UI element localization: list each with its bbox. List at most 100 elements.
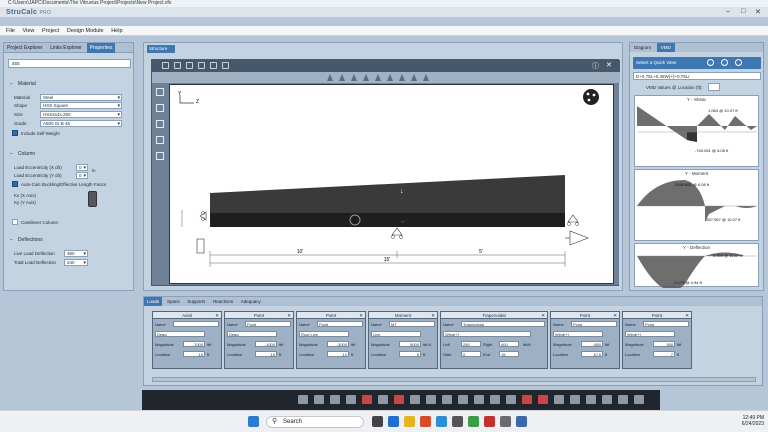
load-combo-select[interactable]: D+0.75L+0.45W(+)+0.75Lr xyxy=(633,72,761,80)
app-icon-9[interactable] xyxy=(500,416,511,427)
load-name-input[interactable]: Point xyxy=(245,321,291,327)
live-load-deflection-select[interactable]: 360 xyxy=(64,250,88,257)
tab-links-explorer[interactable]: Links Explorer xyxy=(47,43,85,53)
quick-view-up-icon[interactable] xyxy=(735,59,742,66)
loads-scrollbar[interactable] xyxy=(152,377,756,382)
k-factor-icon[interactable] xyxy=(88,191,97,207)
dock-icon-19[interactable] xyxy=(586,395,596,404)
load-type-select[interactable]: Live xyxy=(371,331,421,337)
dock-icon-10[interactable] xyxy=(442,395,452,404)
menu-view[interactable]: View xyxy=(23,26,35,36)
viewer-scroll[interactable] xyxy=(615,84,619,284)
location-input[interactable]: 15 xyxy=(255,351,277,357)
dock-icon-8[interactable] xyxy=(410,395,420,404)
task-view-icon[interactable] xyxy=(372,416,383,427)
load-card[interactable]: Axial ✕ Name Dead Magnitude -7000 lbf Location 1… xyxy=(152,311,222,369)
dock-icon-9[interactable] xyxy=(426,395,436,404)
load-type-select[interactable]: Dead xyxy=(227,331,277,337)
member-name-field[interactable]: sss xyxy=(8,59,131,68)
menu-project[interactable]: Project xyxy=(42,26,59,36)
strucalc-icon[interactable] xyxy=(516,416,527,427)
load-name-input[interactable]: Point xyxy=(317,321,363,327)
close-load-icon[interactable]: ✕ xyxy=(287,312,291,319)
magnitude-input[interactable]: -1000 xyxy=(255,341,277,347)
tab-properties[interactable]: Properties xyxy=(86,43,116,53)
dock-icon-1[interactable] xyxy=(298,395,308,404)
include-self-weight-checkbox[interactable] xyxy=(12,130,18,136)
tab-project-explorer[interactable]: Project Explorer xyxy=(4,43,46,53)
material-section[interactable]: Material xyxy=(10,81,36,87)
menu-file[interactable]: File xyxy=(6,26,15,36)
load-tool-icon-2[interactable] xyxy=(339,74,345,81)
load-name-input[interactable]: Trapezoidal xyxy=(461,321,545,327)
menu-design-module[interactable]: Design Module xyxy=(67,26,104,36)
dock-icon-21[interactable] xyxy=(618,395,628,404)
tab-reactions[interactable]: Reactions xyxy=(210,297,236,306)
start-input[interactable]: 0 xyxy=(461,351,481,357)
tab-loads[interactable]: Loads xyxy=(144,297,163,306)
tab-adequacy[interactable]: Adequacy xyxy=(238,297,264,306)
vmd-location-input[interactable] xyxy=(708,83,720,91)
magnitude-input[interactable]: 5000 xyxy=(399,341,421,347)
load-name-input[interactable]: Point xyxy=(571,321,617,327)
maximize-icon[interactable]: □ xyxy=(741,8,745,15)
dock-icon-18[interactable] xyxy=(570,395,580,404)
tab-vmd[interactable]: VMD xyxy=(656,43,675,52)
location-input[interactable]: 7 xyxy=(653,351,675,357)
load-type-select[interactable]: Dead xyxy=(155,331,205,337)
dock-icon-13[interactable] xyxy=(490,395,500,404)
grade-select[interactable]: A500 Gr.B 46 xyxy=(40,120,122,127)
close-load-icon[interactable]: ✕ xyxy=(541,312,545,319)
cantilever-checkbox[interactable] xyxy=(12,219,18,225)
view-icon-5[interactable] xyxy=(156,152,164,160)
dock-icon-16[interactable] xyxy=(538,395,548,404)
start-icon[interactable] xyxy=(248,416,259,427)
end-input[interactable]: 15 xyxy=(499,351,519,357)
close-load-icon[interactable]: ✕ xyxy=(431,312,435,319)
app-icon-7[interactable] xyxy=(468,416,479,427)
load-type-select[interactable]: Wind(+) xyxy=(625,331,675,337)
magnitude-input[interactable]: -3000 xyxy=(327,341,349,347)
load-ecc-x-input[interactable]: 0 xyxy=(76,164,88,171)
help-icon[interactable]: ⓘ xyxy=(592,61,599,71)
taskbar-search[interactable]: Search xyxy=(266,416,364,428)
trapezoidal-load[interactable] xyxy=(210,175,565,213)
app-icon-6[interactable] xyxy=(452,416,463,427)
tab-supports[interactable]: Supports xyxy=(184,297,208,306)
dock-icon-11[interactable] xyxy=(458,395,468,404)
brave-icon[interactable] xyxy=(420,416,431,427)
load-tool-icon-7[interactable] xyxy=(399,74,405,81)
load-card[interactable]: Moment ✕ Name MT Live Magnitude 5000 lbf-ft Loca… xyxy=(368,311,438,369)
load-type-select[interactable]: Roof Live xyxy=(299,331,349,337)
load-name-input[interactable] xyxy=(173,321,219,327)
load-card[interactable]: Point ✕ Name Point Roof Live Magnitude -3000 lb… xyxy=(296,311,366,369)
load-name-input[interactable]: Point xyxy=(643,321,689,327)
column-section[interactable]: Column xyxy=(10,151,35,157)
dock-icon-17[interactable] xyxy=(554,395,564,404)
load-tool-icon-8[interactable] xyxy=(411,74,417,81)
load-card[interactable]: Point ✕ Name Point Wind(+) Magnitude -850 lbf Lo… xyxy=(550,311,620,369)
toolbar-icon-5[interactable] xyxy=(210,62,217,69)
close-load-icon[interactable]: ✕ xyxy=(359,312,363,319)
load-card[interactable]: Point ✕ Name Point Wind(+) Magnitude 350 lbf Loc… xyxy=(622,311,692,369)
load-name-input[interactable]: MT xyxy=(389,321,435,327)
view-icon-3[interactable] xyxy=(156,120,164,128)
dock-icon-4[interactable] xyxy=(346,395,356,404)
load-tool-icon-3[interactable] xyxy=(351,74,357,81)
close-icon[interactable]: ✕ xyxy=(755,8,761,16)
size-select[interactable]: HSS4x4x.250 xyxy=(40,111,122,118)
view-icon-4[interactable] xyxy=(156,136,164,144)
close-load-icon[interactable]: ✕ xyxy=(613,312,617,319)
view-icon-1[interactable] xyxy=(156,88,164,96)
file-explorer-icon[interactable] xyxy=(404,416,415,427)
left-input[interactable]: 250 xyxy=(461,341,481,347)
load-type-select[interactable]: Wind(+) xyxy=(443,331,531,337)
magnitude-input[interactable]: -7000 xyxy=(183,341,205,347)
deflections-section[interactable]: Deflections xyxy=(10,237,43,243)
magnitude-input[interactable]: 350 xyxy=(653,341,675,347)
close-load-icon[interactable]: ✕ xyxy=(685,312,689,319)
location-input[interactable]: 5 xyxy=(399,351,421,357)
system-clock[interactable]: 12:49 PM 6/24/2023 xyxy=(742,415,764,427)
load-tool-icon-1[interactable] xyxy=(327,74,333,81)
dock-icon-2[interactable] xyxy=(314,395,324,404)
